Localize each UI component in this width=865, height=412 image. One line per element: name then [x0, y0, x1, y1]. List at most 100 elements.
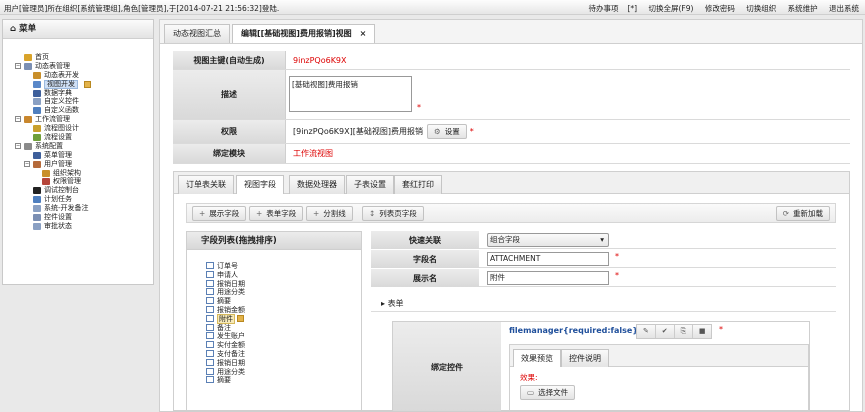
menu-item[interactable]: 计划任务	[3, 195, 153, 204]
menu-item-icon	[33, 71, 41, 79]
permission-label: 权限	[173, 120, 286, 143]
copy-icon[interactable]: ⎘	[675, 325, 694, 338]
sub-panel: 订单表关联 视图字段 数据处理器 子表设置 套红打印 + 展示字段 + 表单字段 +…	[173, 171, 850, 411]
tab-edit-view[interactable]: 编辑[[基础视图]费用报销]视图 ×	[232, 24, 376, 43]
tab-bar: 动态视图汇总 编辑[[基础视图]费用报销]视图 ×	[159, 19, 863, 43]
edit-icon[interactable]	[237, 314, 244, 322]
field-list-item-label: 报销日期	[217, 279, 245, 288]
field-list-item[interactable]: 摘要	[206, 376, 231, 385]
field-list-item[interactable]: 摘要	[206, 297, 231, 306]
menu-item[interactable]: 自定义控件	[3, 97, 153, 106]
add-show-field-button[interactable]: + 展示字段	[192, 206, 247, 221]
tab-preview[interactable]: 效果预览	[513, 349, 561, 367]
menu-item-label: 系统-开发备注	[44, 204, 89, 213]
menu-item[interactable]: 调试控制台	[3, 186, 153, 195]
field-list-item-label: 备注	[217, 323, 231, 332]
bind-control-box: 绑定控件 filemanager{required:false} ✎ ✔ ⎘ ■…	[392, 321, 810, 411]
plus-icon: +	[199, 209, 206, 218]
field-name-input[interactable]: ATTACHMENT	[487, 252, 609, 266]
change-password-link[interactable]: 修改密码	[705, 4, 735, 13]
field-list-item[interactable]: 报销日期	[206, 358, 245, 368]
logout-link[interactable]: 退出系统	[829, 4, 859, 13]
menu-item-label: 动态表开发	[44, 70, 79, 79]
trash-icon[interactable]: ■	[693, 325, 711, 338]
field-list-item-label: 发生账户	[217, 332, 245, 341]
expander-icon[interactable]: −	[15, 116, 21, 123]
description-textarea[interactable]: [基础视图]费用报销	[289, 76, 412, 112]
tab-control-desc[interactable]: 控件说明	[561, 349, 609, 367]
document-icon	[206, 297, 214, 305]
menu-item-icon	[24, 142, 32, 150]
menu-item[interactable]: 视图开发	[3, 79, 153, 89]
maintenance-link[interactable]: 系统维护	[788, 4, 818, 13]
field-list-item-label: 报销日期	[217, 358, 245, 367]
menu-item[interactable]: 流程设置	[3, 133, 153, 142]
expander-icon[interactable]: −	[15, 142, 21, 149]
view-key-value: 9inzPQo6K9X	[293, 55, 347, 65]
effect-label: 效果:	[520, 373, 538, 382]
permission-settings-button[interactable]: ⚙ 设置	[427, 124, 467, 139]
switch-org-link[interactable]: 切换组织	[746, 4, 776, 13]
todo-link[interactable]: 待办事项 [*]	[580, 4, 638, 13]
field-list-item[interactable]: 实付金额	[206, 341, 245, 350]
form-section-header[interactable]: ▸ 表单	[371, 296, 836, 312]
menu-item-icon	[33, 98, 41, 106]
reload-button[interactable]: ⟳ 重新加载	[775, 206, 830, 221]
top-bar: 用户[管理员]所在组织[系统管理组],角色[管理员],于[2014-07-21 …	[0, 0, 865, 15]
add-form-field-button[interactable]: + 表单字段	[249, 206, 304, 221]
field-list-item[interactable]: 发生账户	[206, 332, 245, 341]
display-name-input[interactable]: 附件	[487, 271, 609, 285]
field-list-item-label: 附件	[217, 313, 235, 324]
tab-view-summary[interactable]: 动态视图汇总	[164, 24, 230, 43]
description-row: 描述 [基础视图]费用报销 *	[173, 70, 850, 120]
menu-item[interactable]: − 系统配置	[3, 142, 153, 151]
field-list-item[interactable]: 支付备注	[206, 350, 245, 359]
menu-item[interactable]: − 用户管理	[3, 160, 153, 169]
document-icon	[206, 332, 214, 340]
document-icon	[206, 262, 214, 269]
field-list-item[interactable]: 附件	[206, 313, 244, 324]
tab-subtable-settings[interactable]: 子表设置	[346, 175, 394, 194]
required-mark: *	[417, 103, 421, 112]
bind-control-value: filemanager{required:false}	[509, 326, 639, 335]
field-list-item[interactable]: 用途分类	[206, 288, 245, 297]
menu-item[interactable]: 控件设置	[3, 213, 153, 222]
menu-item[interactable]: 系统-开发备注	[3, 204, 153, 213]
check-icon[interactable]: ✔	[656, 325, 675, 338]
add-separator-button[interactable]: + 分割线	[306, 206, 353, 221]
expander-icon[interactable]: −	[24, 160, 30, 167]
edit-icon[interactable]	[84, 80, 91, 88]
relation-select[interactable]: 组合字段 ▾	[487, 233, 609, 247]
plus-icon: +	[256, 209, 263, 218]
login-info: 用户[管理员]所在组织[系统管理组],角色[管理员],于[2014-07-21 …	[4, 4, 280, 13]
field-list-item[interactable]: 申请人	[206, 270, 238, 280]
menu-item[interactable]: 自定义函数	[3, 106, 153, 115]
field-list-item[interactable]: 订单号	[206, 262, 238, 271]
form-section-label: 表单	[387, 299, 404, 308]
menu-item-label: 动态表管理	[35, 61, 70, 70]
close-icon[interactable]: ×	[360, 29, 367, 38]
tab-order-relation[interactable]: 订单表关联	[178, 175, 234, 194]
menu-item[interactable]: 菜单管理	[3, 151, 153, 160]
field-toolbar: + 展示字段 + 表单字段 + 分割线 ↕ 列表页字段 ⟳ 重新加载	[186, 203, 836, 223]
tab-data-processor[interactable]: 数据处理器	[289, 175, 345, 194]
menu-item[interactable]: 动态表开发	[3, 71, 153, 80]
expander-icon[interactable]: −	[15, 62, 21, 69]
document-icon	[206, 306, 214, 313]
field-list-item-label: 用途分类	[217, 367, 245, 376]
document-icon	[206, 323, 214, 331]
tab-view-fields[interactable]: 视图字段	[236, 175, 284, 194]
sort-icon: ↕	[369, 209, 376, 218]
fullscreen-link[interactable]: 切换全屏(F9)	[649, 4, 694, 13]
tab-redhead-print[interactable]: 套红打印	[394, 175, 442, 194]
module-label: 绑定模块	[173, 144, 286, 163]
menu-item[interactable]: 首页	[3, 53, 153, 62]
menu-item[interactable]: − 工作流管理	[3, 115, 153, 124]
menu-item[interactable]: 审批状态	[3, 222, 153, 231]
menu-item[interactable]: 流程图设计	[3, 124, 153, 133]
field-list-item-label: 报销金额	[217, 306, 245, 314]
wrench-icon[interactable]: ✎	[637, 325, 656, 338]
menu-item[interactable]: − 动态表管理	[3, 62, 153, 71]
choose-file-button[interactable]: ▭ 选择文件	[520, 385, 576, 400]
list-field-button[interactable]: ↕ 列表页字段	[362, 206, 424, 221]
